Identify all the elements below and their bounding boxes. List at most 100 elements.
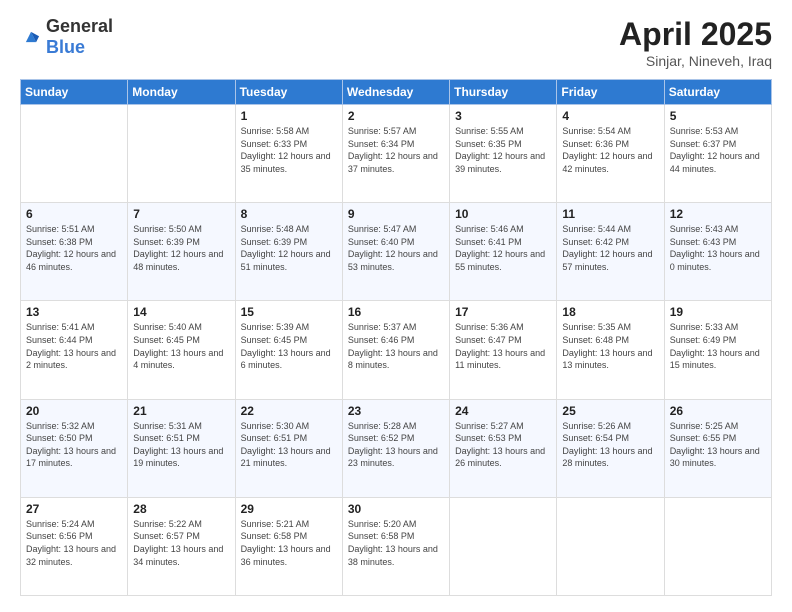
day-number: 4 — [562, 109, 658, 123]
logo: General Blue — [20, 16, 113, 58]
cell-info: Sunrise: 5:41 AMSunset: 6:44 PMDaylight:… — [26, 321, 122, 371]
header-friday: Friday — [557, 80, 664, 105]
table-row: 4Sunrise: 5:54 AMSunset: 6:36 PMDaylight… — [557, 105, 664, 203]
page: General Blue April 2025 Sinjar, Nineveh,… — [0, 0, 792, 612]
cell-info: Sunrise: 5:43 AMSunset: 6:43 PMDaylight:… — [670, 223, 766, 273]
table-row: 7 Sunrise: 5:50 AMSunset: 6:39 PMDaylight… — [128, 203, 235, 301]
day-number: 15 — [241, 305, 337, 319]
day-number: 2 — [348, 109, 444, 123]
cell-info: Sunrise: 5:30 AMSunset: 6:51 PMDaylight:… — [241, 420, 337, 470]
table-row: 26 Sunrise: 5:25 AMSunset: 6:55 PMDayligh… — [664, 399, 771, 497]
cell-info: Sunrise: 5:37 AMSunset: 6:46 PMDaylight:… — [348, 321, 444, 371]
day-number: 20 — [26, 404, 122, 418]
day-number: 5 — [670, 109, 766, 123]
day-number: 3 — [455, 109, 551, 123]
calendar-week-4: 20 Sunrise: 5:32 AMSunset: 6:50 PMDayligh… — [21, 399, 772, 497]
logo-icon — [20, 26, 42, 48]
table-row: 21 Sunrise: 5:31 AMSunset: 6:51 PMDayligh… — [128, 399, 235, 497]
table-row — [557, 497, 664, 595]
table-row: 15 Sunrise: 5:39 AMSunset: 6:45 PMDayligh… — [235, 301, 342, 399]
header-tuesday: Tuesday — [235, 80, 342, 105]
calendar-week-5: 27 Sunrise: 5:24 AMSunset: 6:56 PMDayligh… — [21, 497, 772, 595]
day-number: 29 — [241, 502, 337, 516]
day-number: 12 — [670, 207, 766, 221]
title-location: Sinjar, Nineveh, Iraq — [619, 53, 772, 69]
day-number: 21 — [133, 404, 229, 418]
day-number: 26 — [670, 404, 766, 418]
table-row: 16Sunrise: 5:37 AMSunset: 6:46 PMDayligh… — [342, 301, 449, 399]
day-number: 23 — [348, 404, 444, 418]
day-number: 27 — [26, 502, 122, 516]
table-row: 6 Sunrise: 5:51 AMSunset: 6:38 PMDaylight… — [21, 203, 128, 301]
day-number: 30 — [348, 502, 444, 516]
day-number: 19 — [670, 305, 766, 319]
table-row: 2Sunrise: 5:57 AMSunset: 6:34 PMDaylight… — [342, 105, 449, 203]
cell-info: Sunrise: 5:31 AMSunset: 6:51 PMDaylight:… — [133, 420, 229, 470]
cell-info: Sunrise: 5:20 AMSunset: 6:58 PMDaylight:… — [348, 518, 444, 568]
table-row: 29Sunrise: 5:21 AMSunset: 6:58 PMDayligh… — [235, 497, 342, 595]
title-month: April 2025 — [619, 16, 772, 53]
day-number: 11 — [562, 207, 658, 221]
day-number: 10 — [455, 207, 551, 221]
cell-info: Sunrise: 5:50 AMSunset: 6:39 PMDaylight:… — [133, 223, 229, 273]
table-row: 20 Sunrise: 5:32 AMSunset: 6:50 PMDayligh… — [21, 399, 128, 497]
cell-info: Sunrise: 5:58 AMSunset: 6:33 PMDaylight:… — [241, 125, 337, 175]
table-row: 17Sunrise: 5:36 AMSunset: 6:47 PMDayligh… — [450, 301, 557, 399]
table-row: 18 Sunrise: 5:35 AMSunset: 6:48 PMDayligh… — [557, 301, 664, 399]
day-number: 6 — [26, 207, 122, 221]
logo-text: General Blue — [46, 16, 113, 58]
table-row: 8 Sunrise: 5:48 AMSunset: 6:39 PMDaylight… — [235, 203, 342, 301]
cell-info: Sunrise: 5:22 AMSunset: 6:57 PMDaylight:… — [133, 518, 229, 568]
day-number: 22 — [241, 404, 337, 418]
table-row: 14Sunrise: 5:40 AMSunset: 6:45 PMDayligh… — [128, 301, 235, 399]
table-row — [21, 105, 128, 203]
header: General Blue April 2025 Sinjar, Nineveh,… — [20, 16, 772, 69]
cell-info: Sunrise: 5:35 AMSunset: 6:48 PMDaylight:… — [562, 321, 658, 371]
table-row — [128, 105, 235, 203]
cell-info: Sunrise: 5:36 AMSunset: 6:47 PMDaylight:… — [455, 321, 551, 371]
day-number: 18 — [562, 305, 658, 319]
day-number: 9 — [348, 207, 444, 221]
calendar-week-1: 1 Sunrise: 5:58 AMSunset: 6:33 PMDaylight… — [21, 105, 772, 203]
cell-info: Sunrise: 5:32 AMSunset: 6:50 PMDaylight:… — [26, 420, 122, 470]
logo-blue: Blue — [46, 37, 85, 57]
cell-info: Sunrise: 5:25 AMSunset: 6:55 PMDaylight:… — [670, 420, 766, 470]
table-row: 30 Sunrise: 5:20 AMSunset: 6:58 PMDayligh… — [342, 497, 449, 595]
calendar-week-2: 6 Sunrise: 5:51 AMSunset: 6:38 PMDaylight… — [21, 203, 772, 301]
cell-info: Sunrise: 5:26 AMSunset: 6:54 PMDaylight:… — [562, 420, 658, 470]
calendar-header-row: Sunday Monday Tuesday Wednesday Thursday… — [21, 80, 772, 105]
day-number: 28 — [133, 502, 229, 516]
cell-info: Sunrise: 5:27 AMSunset: 6:53 PMDaylight:… — [455, 420, 551, 470]
table-row: 19 Sunrise: 5:33 AMSunset: 6:49 PMDayligh… — [664, 301, 771, 399]
header-monday: Monday — [128, 80, 235, 105]
cell-info: Sunrise: 5:33 AMSunset: 6:49 PMDaylight:… — [670, 321, 766, 371]
day-number: 8 — [241, 207, 337, 221]
table-row: 28 Sunrise: 5:22 AMSunset: 6:57 PMDayligh… — [128, 497, 235, 595]
table-row: 10 Sunrise: 5:46 AMSunset: 6:41 PMDayligh… — [450, 203, 557, 301]
cell-info: Sunrise: 5:24 AMSunset: 6:56 PMDaylight:… — [26, 518, 122, 568]
table-row: 12 Sunrise: 5:43 AMSunset: 6:43 PMDayligh… — [664, 203, 771, 301]
cell-info: Sunrise: 5:51 AMSunset: 6:38 PMDaylight:… — [26, 223, 122, 273]
day-number: 25 — [562, 404, 658, 418]
table-row: 11Sunrise: 5:44 AMSunset: 6:42 PMDayligh… — [557, 203, 664, 301]
table-row: 23Sunrise: 5:28 AMSunset: 6:52 PMDayligh… — [342, 399, 449, 497]
header-sunday: Sunday — [21, 80, 128, 105]
calendar-table: Sunday Monday Tuesday Wednesday Thursday… — [20, 79, 772, 596]
table-row: 1 Sunrise: 5:58 AMSunset: 6:33 PMDaylight… — [235, 105, 342, 203]
logo-general: General — [46, 16, 113, 36]
table-row: 9 Sunrise: 5:47 AMSunset: 6:40 PMDaylight… — [342, 203, 449, 301]
day-number: 24 — [455, 404, 551, 418]
day-number: 1 — [241, 109, 337, 123]
day-number: 7 — [133, 207, 229, 221]
table-row — [664, 497, 771, 595]
cell-info: Sunrise: 5:47 AMSunset: 6:40 PMDaylight:… — [348, 223, 444, 273]
table-row: 13 Sunrise: 5:41 AMSunset: 6:44 PMDayligh… — [21, 301, 128, 399]
cell-info: Sunrise: 5:55 AMSunset: 6:35 PMDaylight:… — [455, 125, 551, 175]
header-thursday: Thursday — [450, 80, 557, 105]
cell-info: Sunrise: 5:46 AMSunset: 6:41 PMDaylight:… — [455, 223, 551, 273]
cell-info: Sunrise: 5:39 AMSunset: 6:45 PMDaylight:… — [241, 321, 337, 371]
title-block: April 2025 Sinjar, Nineveh, Iraq — [619, 16, 772, 69]
header-saturday: Saturday — [664, 80, 771, 105]
cell-info: Sunrise: 5:48 AMSunset: 6:39 PMDaylight:… — [241, 223, 337, 273]
day-number: 13 — [26, 305, 122, 319]
